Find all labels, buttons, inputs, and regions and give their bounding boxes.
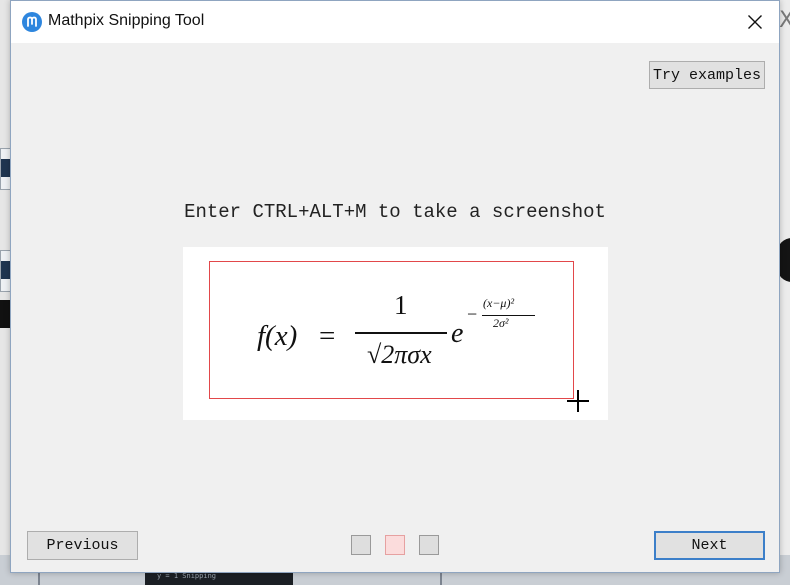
background-divider [440, 572, 442, 585]
background-divider [38, 572, 40, 585]
snip-selection-box [209, 261, 574, 399]
page-dot-1[interactable] [351, 535, 371, 555]
example-image-panel: f(x) = 1 √2πσx e − (x−μ)² 2σ² [183, 247, 608, 420]
background-right-glyph: X [779, 8, 790, 33]
background-editor-text: y = 1 Snipping [157, 572, 217, 580]
mathpix-dialog: Mathpix Snipping Tool Try examples Enter… [10, 0, 780, 573]
background-right-edge [780, 0, 790, 585]
background-dark-panel [0, 300, 10, 328]
page-dot-3[interactable] [419, 535, 439, 555]
page-dot-2-active[interactable] [385, 535, 405, 555]
next-button[interactable]: Next [654, 531, 765, 560]
close-icon [748, 15, 762, 29]
mathpix-logo-icon [22, 12, 42, 32]
background-editor-snippet: y = 1 Snipping [145, 571, 293, 585]
instruction-text: Enter CTRL+ALT+M to take a screenshot [184, 201, 606, 223]
window-title: Mathpix Snipping Tool [48, 12, 205, 29]
previous-button[interactable]: Previous [27, 531, 138, 560]
title-bar[interactable]: Mathpix Snipping Tool [11, 1, 779, 43]
pagination-dots [351, 535, 451, 557]
crosshair-cursor-icon [567, 390, 589, 412]
close-button[interactable] [731, 1, 779, 43]
try-examples-button[interactable]: Try examples [649, 61, 765, 89]
